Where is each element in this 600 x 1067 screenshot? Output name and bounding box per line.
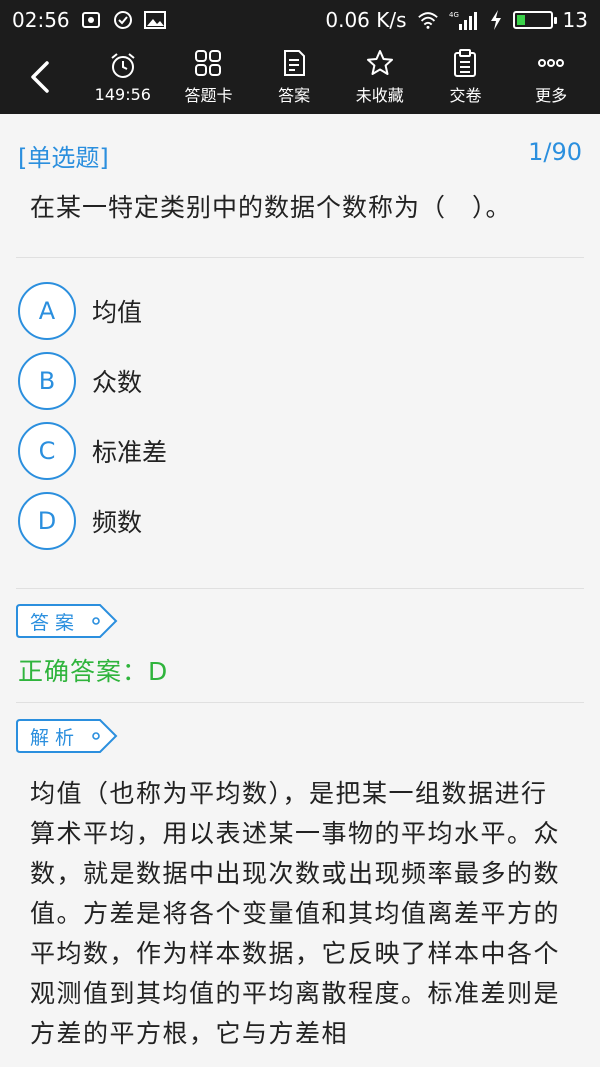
option-letter: B — [18, 352, 76, 410]
analysis-tag-label: 解析 — [30, 726, 81, 749]
option-c[interactable]: C 标准差 — [18, 421, 167, 481]
option-letter: A — [18, 282, 76, 340]
option-text: 均值 — [92, 298, 143, 327]
status-right: 0.06 K/s 4G 13 — [325, 8, 588, 32]
status-left: 02:56 — [12, 8, 166, 32]
option-text: 众数 — [92, 368, 143, 397]
divider — [16, 257, 584, 258]
favorite-button[interactable]: 未收藏 — [343, 40, 417, 114]
check-circle-icon — [112, 9, 134, 31]
option-text: 标准差 — [92, 438, 168, 467]
star-icon — [366, 50, 393, 75]
back-button[interactable] — [0, 40, 80, 114]
svg-text:4G: 4G — [449, 11, 459, 19]
image-icon — [143, 9, 166, 31]
back-arrow-icon — [31, 61, 49, 93]
battery-icon — [512, 11, 557, 29]
answer-sheet-label: 答题卡 — [184, 86, 233, 105]
submit-label: 交卷 — [449, 86, 482, 105]
submit-button[interactable]: 交卷 — [428, 40, 502, 114]
network-speed: 0.06 K/s — [325, 8, 407, 32]
battery-level: 13 — [562, 8, 588, 32]
correct-answer: 正确答案：D — [18, 657, 169, 686]
signal-icon: 4G — [449, 9, 479, 31]
timer-label: 149:56 — [94, 84, 151, 104]
answer-button[interactable]: 答案 — [257, 40, 331, 114]
analysis-text: 均值（也称为平均数），是把某一组数据进行算术平均，用以表述某一事物的平均水平。众… — [30, 779, 561, 1048]
charging-icon — [489, 9, 503, 31]
question-progress: 1/90 — [528, 138, 582, 166]
clock: 02:56 — [12, 8, 70, 32]
answer-label: 答案 — [278, 86, 311, 105]
question-text: 在某一特定类别中的数据个数称为（ ）。 — [30, 193, 512, 222]
option-text: 频数 — [92, 508, 143, 537]
question-type: [单选题] — [18, 144, 109, 172]
answer-sheet-button[interactable]: 答题卡 — [171, 40, 245, 114]
answer-tag-label: 答案 — [30, 611, 81, 634]
bug-icon — [80, 9, 102, 31]
wifi-icon — [417, 9, 439, 31]
top-toolbar: 149:56 答题卡 答案 未收藏 交卷 更多 — [0, 40, 600, 114]
option-d[interactable]: D 频数 — [18, 491, 142, 551]
timer-button[interactable]: 149:56 — [86, 40, 160, 114]
more-label: 更多 — [535, 86, 568, 105]
option-letter: D — [18, 492, 76, 550]
answer-tag: 答案 — [16, 604, 118, 638]
favorite-label: 未收藏 — [355, 86, 404, 105]
alarm-clock-icon — [111, 52, 135, 78]
grid-icon — [195, 50, 222, 76]
more-dots-icon — [538, 59, 565, 67]
question-header: [单选题] 1/90 — [18, 138, 582, 173]
question-content: [单选题] 1/90 在某一特定类别中的数据个数称为（ ）。 A 均值 B 众数… — [0, 114, 600, 1067]
status-bar: 02:56 0.06 K/s 4G 13 — [0, 0, 600, 40]
divider — [16, 588, 584, 589]
clipboard-icon — [454, 49, 477, 77]
toolbar-actions: 149:56 答题卡 答案 未收藏 交卷 更多 — [80, 40, 600, 114]
divider — [16, 702, 584, 703]
document-icon — [284, 50, 306, 76]
analysis-tag: 解析 — [16, 719, 118, 753]
more-button[interactable]: 更多 — [514, 40, 588, 114]
option-letter: C — [18, 422, 76, 480]
option-a[interactable]: A 均值 — [18, 281, 142, 341]
option-b[interactable]: B 众数 — [18, 351, 142, 411]
